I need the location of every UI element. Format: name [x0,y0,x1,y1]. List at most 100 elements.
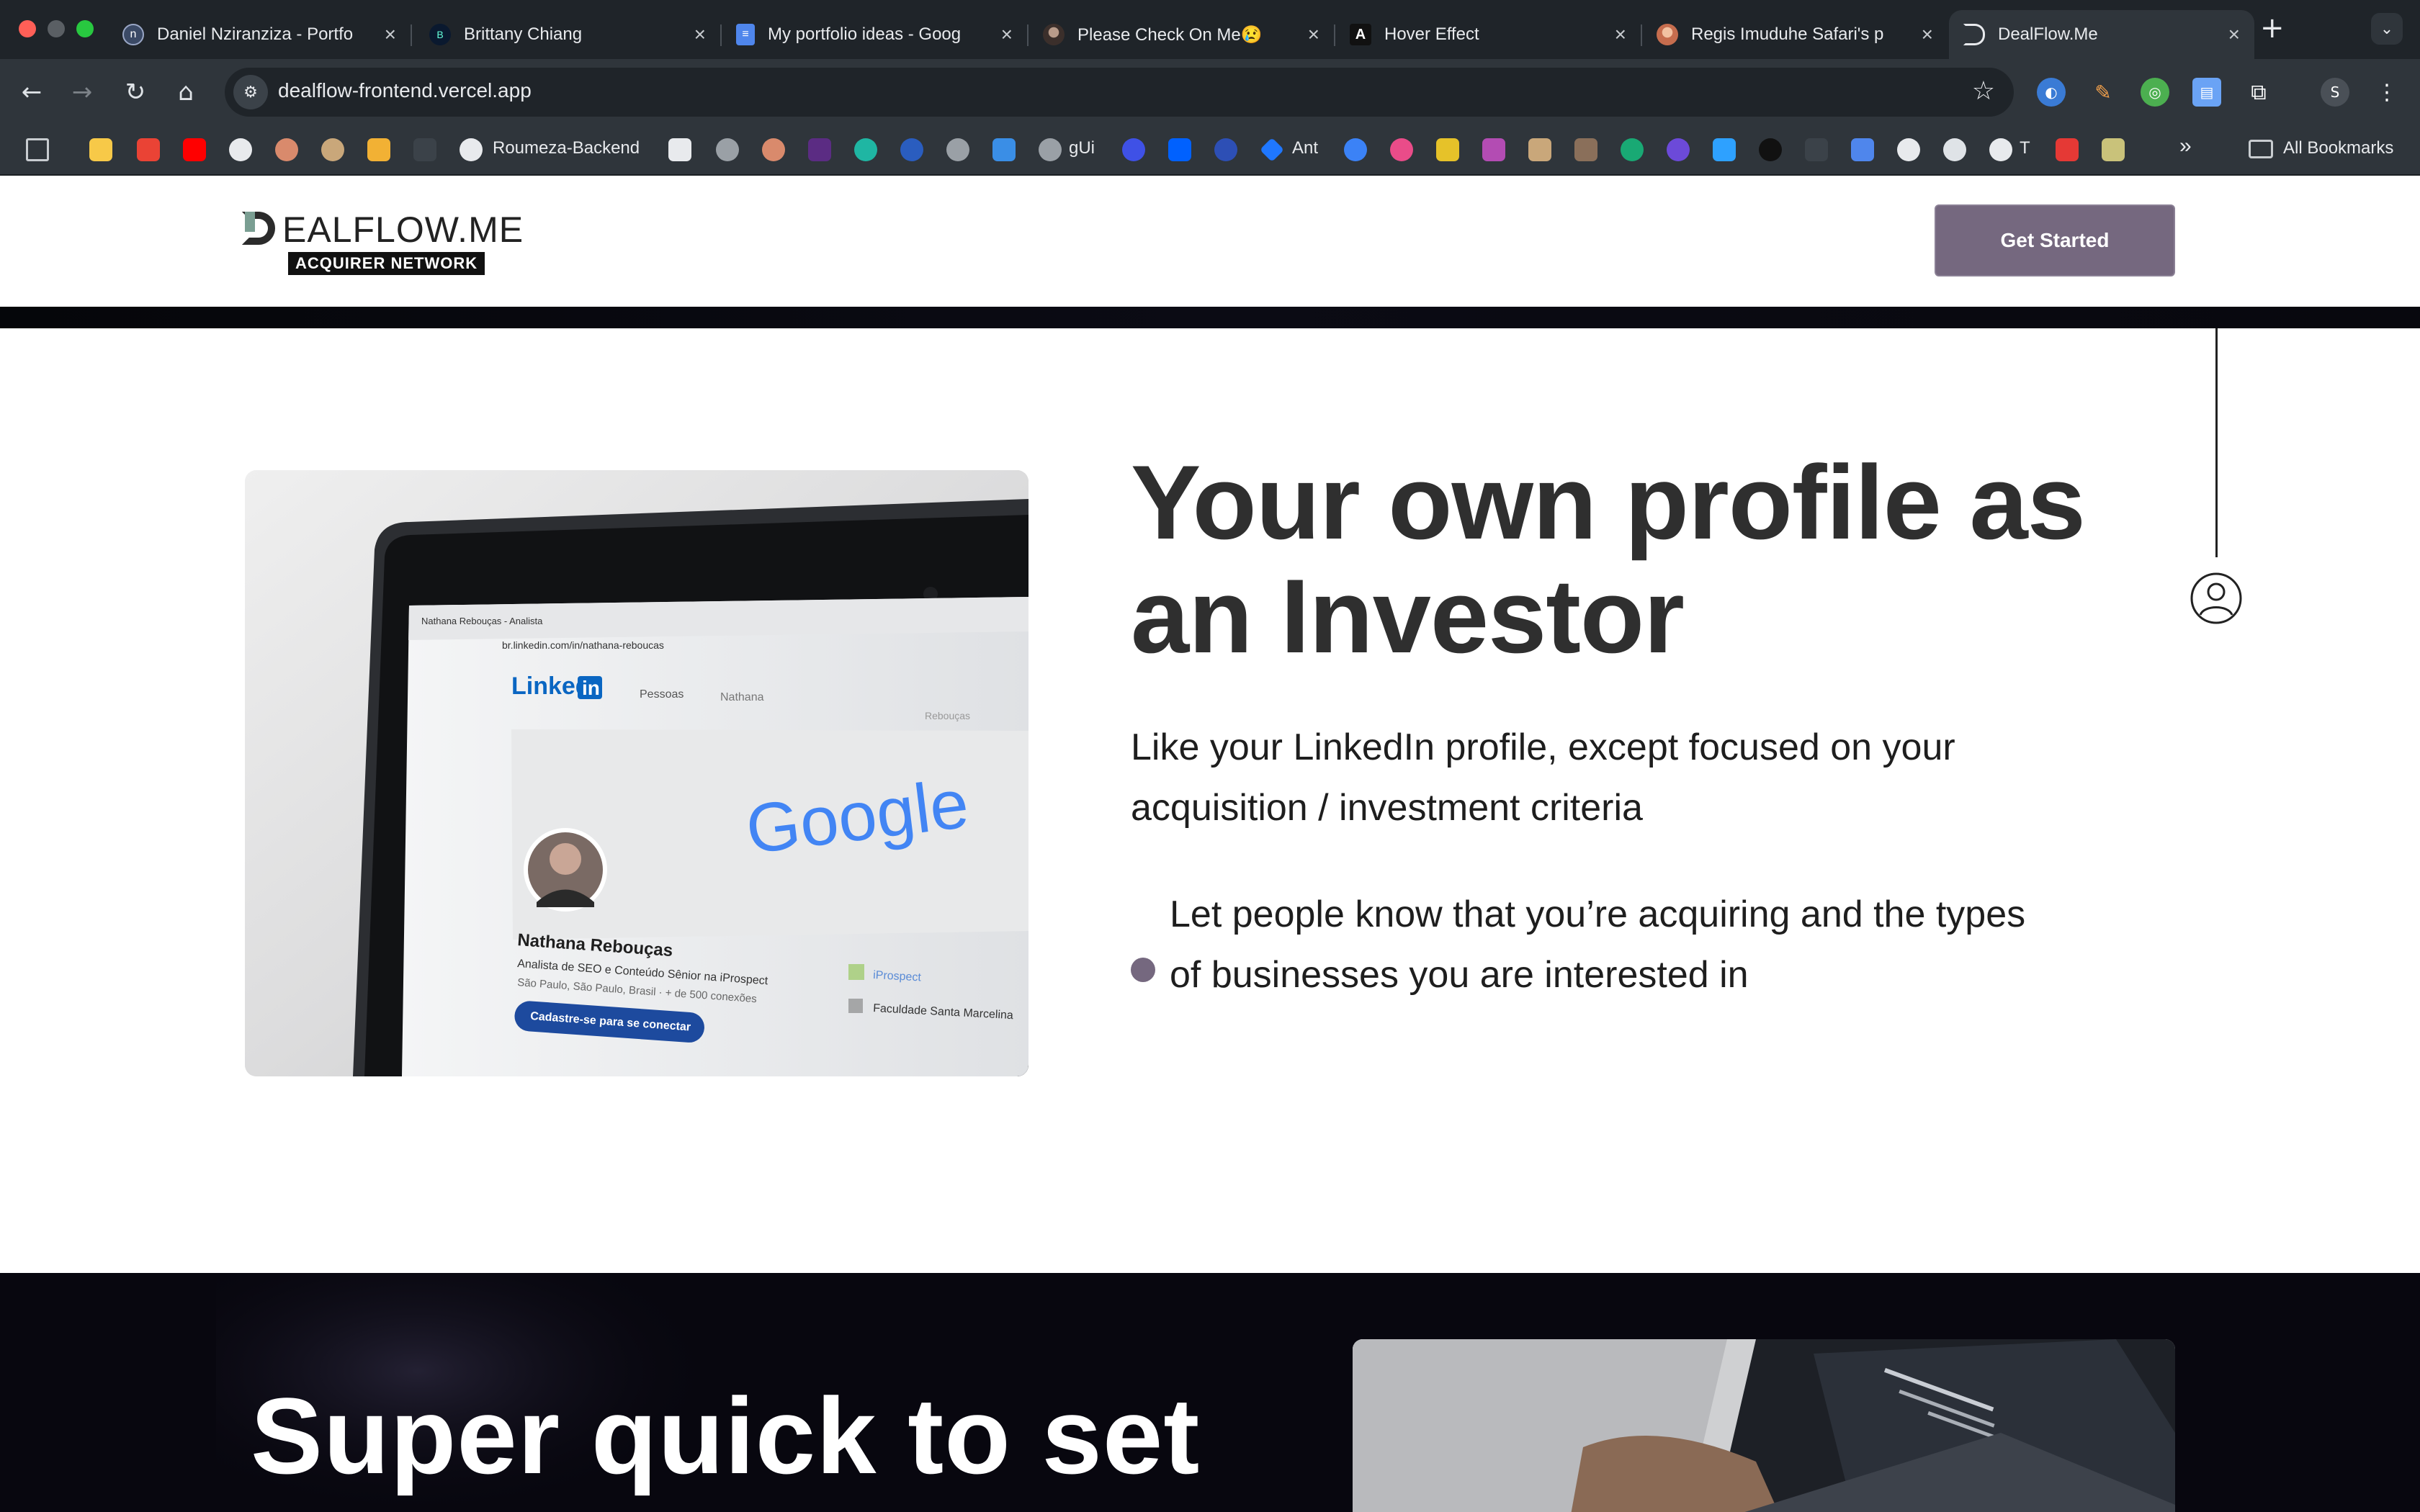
globe-icon[interactable] [716,138,739,161]
bookmark-label[interactable]: T [2020,138,2030,158]
web-page: EALFLOW.ME ACQUIRER NETWORK Get Started [0,176,2420,1512]
bookmark-label[interactable]: gUi [1069,138,1095,158]
browser-tab[interactable]: Please Check On Me😢 × [1028,10,1335,59]
bookmark-icon[interactable] [1122,138,1145,161]
google-docs-icon[interactable] [1851,138,1874,161]
bookmark-label[interactable]: Roumeza-Backend [493,138,640,158]
new-tab-icon[interactable]: + [2260,12,2285,45]
close-tab-icon[interactable]: × [1922,23,1933,46]
bookmark-label[interactable]: Ant [1292,138,1318,158]
reload-icon[interactable]: ↻ [118,75,153,109]
dealflow-logo[interactable]: EALFLOW.ME ACQUIRER NETWORK [241,209,529,281]
extensions-puzzle-icon[interactable]: ⧉ [2244,78,2273,107]
globe-icon[interactable] [1039,138,1062,161]
a-logo-icon: A [1350,24,1371,45]
all-bookmarks-label[interactable]: All Bookmarks [2283,138,2393,158]
globe-icon[interactable] [946,138,969,161]
minimize-window-button[interactable] [48,20,65,37]
close-tab-icon[interactable]: × [1308,23,1319,46]
setup-section: Super quick to set [0,1273,2420,1512]
bookmark-icon[interactable] [808,138,831,161]
apps-grid-icon[interactable] [26,138,49,161]
bookmark-icon[interactable] [89,138,112,161]
laptop-illustration: Nathana Rebouças - Analista br.linkedin.… [245,470,1028,1076]
bookmark-icon[interactable] [1574,138,1597,161]
gmail-icon[interactable] [137,138,160,161]
bookmark-icon[interactable] [992,138,1016,161]
dribbble-icon[interactable] [1390,138,1413,161]
bookmark-icon[interactable] [1214,138,1237,161]
dropbox-icon[interactable] [1168,138,1191,161]
bookmark-icon[interactable] [1943,138,1966,161]
close-tab-icon[interactable]: × [2228,23,2240,46]
extension-icon[interactable]: ◎ [2141,78,2169,107]
typing-laptop-illustration [1353,1339,2175,1512]
folder-icon[interactable] [2249,140,2273,158]
laptop-url: br.linkedin.com/in/nathana-reboucas [502,639,664,651]
bookmark-icon[interactable] [321,138,344,161]
extension-icon[interactable]: ✎ [2089,78,2118,107]
tab-label: My portfolio ideas - Goog [768,24,962,44]
youtube-icon[interactable] [183,138,206,161]
close-tab-icon[interactable]: × [694,23,706,46]
timeline-line [2215,328,2218,557]
bookmark-icon[interactable] [1805,138,1828,161]
address-bar[interactable]: ⚙ dealflow-frontend.vercel.app ☆ [225,68,2014,117]
bookmark-icon[interactable] [1897,138,1920,161]
site-settings-icon[interactable]: ⚙ [233,75,268,109]
bookmark-icon[interactable] [2102,138,2125,161]
bookmark-icon[interactable] [1713,138,1736,161]
more-bookmarks-icon[interactable]: » [2179,134,2192,158]
browser-tab[interactable]: A Hover Effect × [1335,10,1642,59]
bookmark-icon[interactable] [1436,138,1459,161]
forward-icon[interactable]: → [65,75,99,109]
laptop-nav-name: Nathana [720,691,764,703]
typing-laptop-photo [1353,1339,2175,1512]
bookmark-icon[interactable] [762,138,785,161]
browser-tab[interactable]: B Brittany Chiang × [415,10,722,59]
browser-tab[interactable]: n Daniel Nziranziza - Portfo × [108,10,412,59]
user-profile-icon [2190,572,2242,624]
extension-icon[interactable]: ▤ [2192,78,2221,107]
logo-d-accent [245,212,255,232]
maximize-window-button[interactable] [76,20,94,37]
tab-label: DealFlow.Me [1998,24,2098,44]
home-icon[interactable]: ⌂ [169,75,203,109]
bookmark-icon[interactable] [668,138,691,161]
bookmark-icon[interactable] [1667,138,1690,161]
bookmark-icon[interactable] [854,138,877,161]
tab-search-icon[interactable]: ⌄ [2371,13,2403,45]
bookmark-star-icon[interactable]: ☆ [1972,76,1995,106]
browser-tab-active[interactable]: DealFlow.Me × [1949,10,2254,59]
menu-kebab-icon[interactable]: ⋮ [2372,78,2401,107]
bookmark-icon[interactable] [413,138,436,161]
bookmark-icon[interactable] [275,138,298,161]
bookmark-icon[interactable] [367,138,390,161]
setup-section-title: Super quick to set [251,1375,1201,1496]
bookmark-icon[interactable] [2056,138,2079,161]
github-icon[interactable] [229,138,252,161]
browser-tab[interactable]: ≡ My portfolio ideas - Goog × [722,10,1028,59]
github-icon[interactable] [1989,138,2012,161]
bookmark-icon[interactable] [1621,138,1644,161]
logo-tagline: ACQUIRER NETWORK [288,252,485,275]
get-started-button[interactable]: Get Started [1935,204,2175,276]
github-icon[interactable] [460,138,483,161]
bookmark-icon[interactable] [1344,138,1367,161]
close-tab-icon[interactable]: × [1615,23,1626,46]
extension-icon[interactable]: ◐ [2037,78,2066,107]
browser-tab[interactable]: Regis Imuduhe Safari's p × [1642,10,1948,59]
close-tab-icon[interactable]: × [1001,23,1013,46]
bookmark-icon[interactable] [900,138,923,161]
bookmark-icon[interactable] [1528,138,1551,161]
profile-avatar[interactable]: S [2321,78,2349,107]
back-icon[interactable]: ← [14,75,49,109]
bookmark-icon[interactable] [1260,138,1284,162]
bookmark-icon[interactable] [1482,138,1505,161]
hero-title: Your own profile as an Investor [1131,444,2086,675]
site-header: EALFLOW.ME ACQUIRER NETWORK Get Started [0,176,2420,307]
upwork-icon[interactable] [1759,138,1782,161]
close-tab-icon[interactable]: × [385,23,396,46]
tab-label: Hover Effect [1384,24,1479,44]
close-window-button[interactable] [19,20,36,37]
